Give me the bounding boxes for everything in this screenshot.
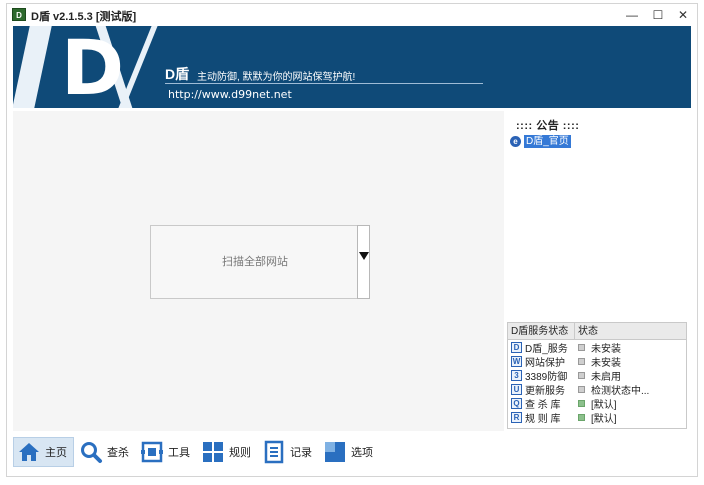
status-value-cell: 未启用	[575, 368, 621, 383]
banner-stripe	[118, 26, 158, 108]
website-url[interactable]: http://www.d99net.net	[168, 88, 292, 101]
dropdown-arrow-icon	[359, 252, 369, 260]
status-text: 未安装	[591, 343, 621, 355]
status-row[interactable]: 3 3389防御 未启用	[508, 368, 686, 383]
service-name: 规 则 库	[525, 413, 561, 425]
toolbar-label: 记录	[290, 447, 312, 459]
browser-icon: e	[510, 135, 521, 147]
service-icon: W	[511, 355, 522, 367]
status-value-cell: 检测状态中...	[575, 382, 649, 397]
status-service-cell: R规 则 库	[508, 410, 575, 425]
main-panel: 扫描全部网站	[13, 111, 504, 431]
status-text: [默认]	[591, 413, 617, 425]
status-table-header: D盾服务状态 状态	[508, 323, 686, 340]
title-bar: D D盾 v2.1.5.3 [测试版] — ☐ ✕	[7, 4, 697, 26]
service-icon: D	[511, 341, 522, 353]
notice-link-official-site[interactable]: e D盾_官页	[510, 134, 571, 148]
service-name: 网站保护	[525, 357, 565, 369]
banner-logo: D	[61, 26, 124, 108]
status-service-cell: U 更新服务	[508, 382, 575, 397]
status-row[interactable]: D D盾_服务 未安装	[508, 340, 686, 355]
header-status[interactable]: 状态	[575, 323, 598, 339]
close-button[interactable]: ✕	[670, 6, 696, 24]
banner-stripe	[13, 26, 52, 108]
rules-icon	[201, 440, 225, 464]
toolbar-label: 查杀	[107, 447, 129, 459]
log-icon	[262, 440, 286, 464]
minimize-button[interactable]: —	[619, 6, 645, 24]
status-indicator-icon	[578, 413, 585, 421]
status-service-cell: D D盾_服务	[508, 340, 575, 355]
status-value-cell: 未安装	[575, 340, 621, 355]
home-icon	[17, 440, 41, 464]
status-row[interactable]: Q查 杀 库 [默认]	[508, 396, 686, 411]
status-indicator-icon	[578, 343, 585, 351]
bottom-toolbar: 主页 查杀 工具 规则 记录 选项	[13, 434, 697, 470]
scan-dropdown-button[interactable]	[357, 225, 370, 299]
brand-name: D盾	[165, 66, 190, 82]
toolbar-label: 规则	[229, 447, 251, 459]
search-icon	[79, 440, 103, 464]
service-name: 更新服务	[525, 385, 565, 397]
status-indicator-icon	[578, 385, 585, 393]
toolbar-options-button[interactable]: 选项	[320, 437, 379, 467]
side-panel: :::: 公告 :::: e D盾_官页 D盾服务状态 状态 D D盾_服务 未安装…	[506, 111, 692, 431]
header-service[interactable]: D盾服务状态	[508, 323, 575, 339]
status-row[interactable]: W 网站保护 未安装	[508, 354, 686, 369]
toolbar-label: 选项	[351, 447, 373, 459]
status-value-cell: [默认]	[575, 410, 617, 425]
status-row[interactable]: R规 则 库 [默认]	[508, 410, 686, 425]
status-service-cell: W 网站保护	[508, 354, 575, 369]
banner-divider	[165, 83, 483, 84]
notice-link-text: D盾_官页	[524, 134, 571, 148]
toolbar-label: 工具	[168, 447, 190, 459]
status-text: 检测状态中...	[591, 385, 650, 397]
status-text: 未安装	[591, 357, 621, 369]
status-value-cell: 未安装	[575, 354, 621, 369]
header-banner: D D盾 主动防御, 默默为你的网站保驾护航! http://www.d99ne…	[13, 26, 691, 108]
status-indicator-icon	[578, 399, 585, 407]
status-service-cell: 3 3389防御	[508, 368, 575, 383]
window-title: D盾 v2.1.5.3 [测试版]	[31, 11, 137, 23]
scan-button-label: 扫描全部网站	[222, 256, 288, 268]
app-window: D D盾 v2.1.5.3 [测试版] — ☐ ✕ D D盾 主动防御, 默默为…	[6, 3, 698, 477]
toolbar-scan-button[interactable]: 查杀	[76, 437, 135, 467]
status-indicator-icon	[578, 357, 585, 365]
status-text: 未启用	[591, 371, 621, 383]
status-value-cell: [默认]	[575, 396, 617, 411]
toolbar-home-button[interactable]: 主页	[13, 437, 74, 467]
maximize-button[interactable]: ☐	[645, 6, 671, 24]
service-name: D盾_服务	[525, 343, 568, 355]
service-name: 查 杀 库	[525, 399, 561, 411]
status-row[interactable]: U 更新服务 检测状态中...	[508, 382, 686, 397]
status-indicator-icon	[578, 371, 585, 379]
notice-title: :::: 公告 ::::	[516, 120, 580, 132]
toolbar-label: 主页	[45, 447, 67, 459]
service-name: 3389防御	[525, 371, 568, 383]
status-service-cell: Q查 杀 库	[508, 396, 575, 411]
service-icon: R	[511, 411, 522, 423]
toolbar-log-button[interactable]: 记录	[259, 437, 318, 467]
toolbar-rules-button[interactable]: 规则	[198, 437, 257, 467]
status-text: [默认]	[591, 399, 617, 411]
service-icon: 3	[511, 369, 522, 381]
service-status-table: D盾服务状态 状态 D D盾_服务 未安装 W 网站保护 未安装 3 3389防御 未启用 U 更新…	[507, 322, 687, 429]
toolbar-tools-button[interactable]: 工具	[137, 437, 196, 467]
options-icon	[323, 440, 347, 464]
banner-slogan: 主动防御, 默默为你的网站保驾护航!	[197, 72, 356, 83]
service-icon: Q	[511, 397, 522, 409]
scan-all-sites-button[interactable]: 扫描全部网站	[150, 225, 358, 299]
tools-icon	[140, 440, 164, 464]
service-icon: U	[511, 383, 522, 395]
app-logo-icon: D	[12, 8, 26, 21]
